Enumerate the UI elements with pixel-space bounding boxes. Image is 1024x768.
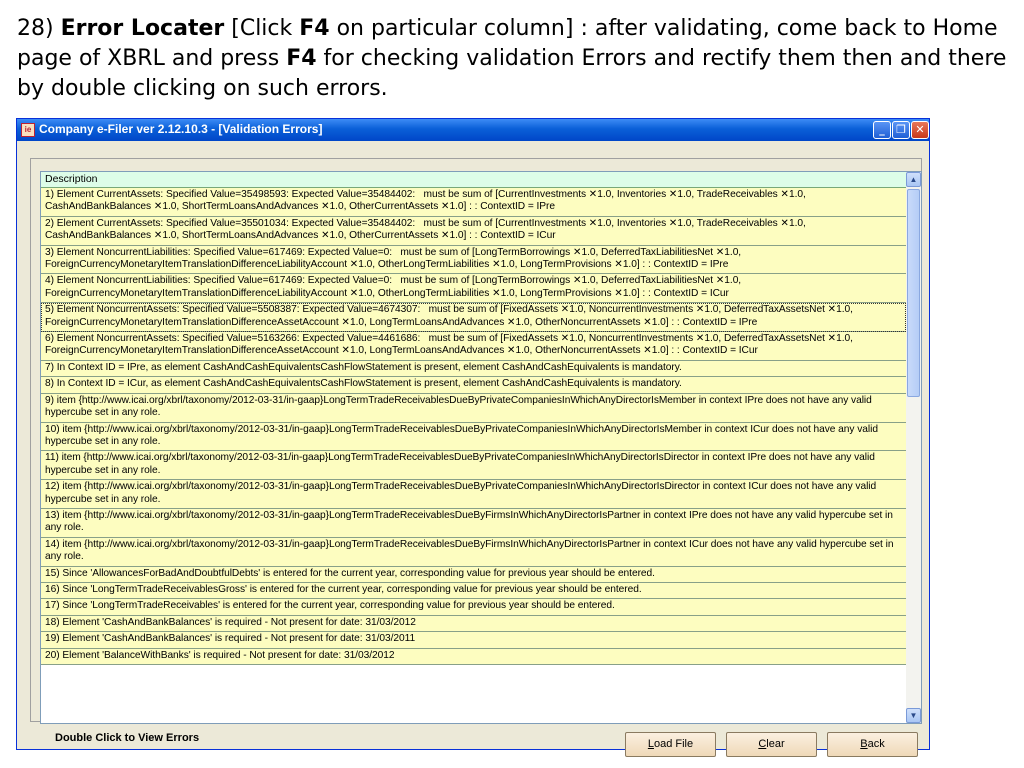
back-accel: B xyxy=(860,738,868,750)
load-file-label: oad File xyxy=(653,738,694,750)
error-row[interactable]: 16) Since 'LongTermTradeReceivablesGross… xyxy=(41,582,906,600)
error-row[interactable]: 7) In Context ID = IPre, as element Cash… xyxy=(41,360,906,378)
clear-label: lear xyxy=(766,738,785,750)
restore-button[interactable]: ❐ xyxy=(892,121,910,139)
caption-key-1: F4 xyxy=(299,16,330,41)
app-icon[interactable]: ie xyxy=(21,123,35,137)
load-file-button[interactable]: Load File xyxy=(625,732,716,757)
app-window: ie Company e-Filer ver 2.12.10.3 - [Vali… xyxy=(16,118,930,757)
scroll-down-button[interactable]: ▼ xyxy=(906,708,921,723)
error-row[interactable]: 18) Element 'CashAndBankBalances' is req… xyxy=(41,615,906,633)
error-row[interactable]: 15) Since 'AllowancesForBadAndDoubtfulDe… xyxy=(41,566,906,583)
error-row[interactable]: 13) item {http://www.icai.org/xbrl/taxon… xyxy=(41,508,906,538)
error-row[interactable]: 14) item {http://www.icai.org/xbrl/taxon… xyxy=(41,537,906,567)
clear-button[interactable]: Clear xyxy=(726,732,817,757)
error-row[interactable]: 12) item {http://www.icai.org/xbrl/taxon… xyxy=(41,480,906,509)
error-row[interactable]: 8) In Context ID = ICur, as element Cash… xyxy=(41,377,906,394)
error-row[interactable]: 17) Since 'LongTermTradeReceivables' is … xyxy=(41,599,906,616)
error-row[interactable]: 20) Element 'BalanceWithBanks' is requir… xyxy=(41,648,906,665)
error-row[interactable]: 6) Element NoncurrentAssets: Specified V… xyxy=(41,332,906,361)
error-row[interactable]: 19) Element 'CashAndBankBalances' is req… xyxy=(41,632,906,649)
slide-caption: 28) Error Locater [Click F4 on particula… xyxy=(17,14,1012,104)
double-click-hint: Double Click to View Errors xyxy=(55,732,200,744)
scroll-thumb[interactable] xyxy=(907,189,920,397)
error-row[interactable]: 10) item {http://www.icai.org/xbrl/taxon… xyxy=(41,422,906,452)
caption-prefix: 28) xyxy=(17,16,61,41)
caption-title: Error Locater xyxy=(60,16,225,41)
error-row[interactable]: 4) Element NoncurrentLiabilities: Specif… xyxy=(41,274,906,304)
back-button[interactable]: Back xyxy=(827,732,918,757)
window-client-area: Description 1) Element CurrentAssets: Sp… xyxy=(20,144,926,757)
scroll-up-button[interactable]: ▲ xyxy=(906,172,921,187)
error-row[interactable]: 5) Element NoncurrentAssets: Specified V… xyxy=(41,303,906,333)
error-row[interactable]: 1) Element CurrentAssets: Specified Valu… xyxy=(41,188,906,217)
column-header-description[interactable]: Description xyxy=(41,172,906,188)
error-row[interactable]: 3) Element NoncurrentLiabilities: Specif… xyxy=(41,245,906,275)
validation-errors-list[interactable]: Description 1) Element CurrentAssets: Sp… xyxy=(40,171,922,724)
title-bar[interactable]: ie Company e-Filer ver 2.12.10.3 - [Vali… xyxy=(17,119,929,141)
window-title: Company e-Filer ver 2.12.10.3 - [Validat… xyxy=(39,122,323,136)
error-rows: Description 1) Element CurrentAssets: Sp… xyxy=(41,172,906,723)
error-row[interactable]: 2) Element CurrentAssets: Specified Valu… xyxy=(41,216,906,246)
minimize-button[interactable]: _ xyxy=(873,121,891,139)
error-row[interactable]: 11) item {http://www.icai.org/xbrl/taxon… xyxy=(41,451,906,481)
caption-mid: [Click xyxy=(224,16,300,41)
back-label: ack xyxy=(867,738,885,750)
caption-key-2: F4 xyxy=(286,46,317,71)
vertical-scrollbar[interactable]: ▲ ▼ xyxy=(906,172,921,723)
error-row[interactable]: 9) item {http://www.icai.org/xbrl/taxono… xyxy=(41,393,906,423)
close-button[interactable]: ✕ xyxy=(911,121,929,139)
